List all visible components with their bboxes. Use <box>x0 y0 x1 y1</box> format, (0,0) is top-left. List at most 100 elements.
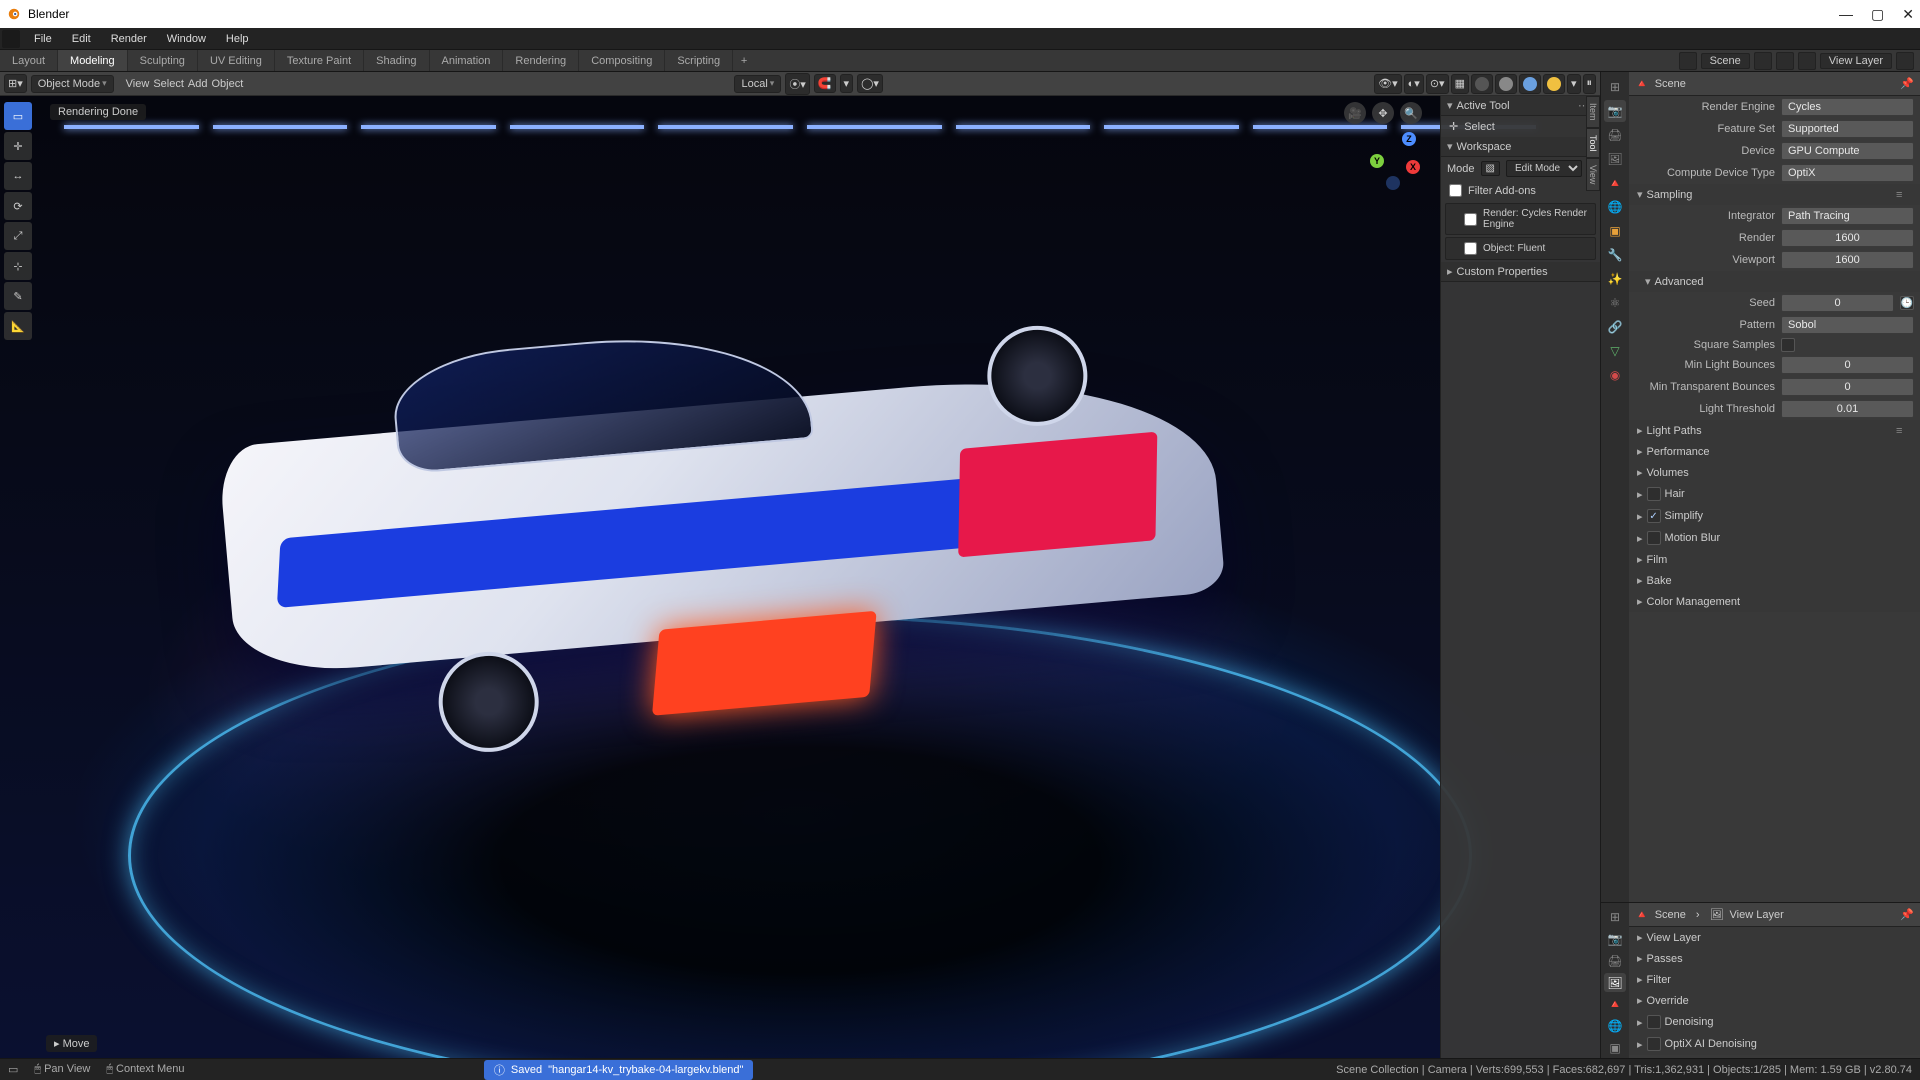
panel-performance[interactable]: Performance <box>1629 441 1920 462</box>
prop-tab-material[interactable]: ◉ <box>1604 364 1626 386</box>
workspace-tab-modeling[interactable]: Modeling <box>58 50 128 71</box>
window-minimize-button[interactable]: — <box>1839 6 1853 23</box>
panel-volumes[interactable]: Volumes <box>1629 462 1920 483</box>
workspace-tab-shading[interactable]: Shading <box>364 50 429 71</box>
nav-zoom-icon[interactable]: 🔍 <box>1400 102 1422 124</box>
min-transparent-bounces-field[interactable]: 0 <box>1781 378 1914 396</box>
vp-menu-select[interactable]: Select <box>153 78 184 90</box>
prop-tab-object[interactable]: ▣ <box>1604 220 1626 242</box>
sampling-options-icon[interactable]: ≡ <box>1896 189 1912 201</box>
viewport-3d[interactable]: Rendering Done ▭ ✛ ↔ ⟳ ⤢ ⊹ ✎ 📐 🎥 ✥ 🔍 Z Y… <box>0 96 1600 1058</box>
snap-target[interactable]: ▾ <box>840 74 854 93</box>
prop-tab-viewlayer-lower[interactable]: 🖼 <box>1604 973 1626 993</box>
tool-annotate[interactable]: ✎ <box>4 282 32 310</box>
workspace-tab-layout[interactable]: Layout <box>0 50 58 71</box>
workspace-tab-rendering[interactable]: Rendering <box>503 50 579 71</box>
tool-measure[interactable]: 📐 <box>4 312 32 340</box>
object-visibility[interactable]: 👁▾ <box>1374 74 1402 94</box>
object-mode-selector[interactable]: Object Mode <box>31 75 114 93</box>
panel-bake[interactable]: Bake <box>1629 570 1920 591</box>
panel-hair[interactable]: Hair <box>1629 483 1920 505</box>
check-denoising[interactable] <box>1647 1015 1661 1029</box>
mode-edit-icon[interactable]: ▧ <box>1481 161 1500 176</box>
check-optix-ai-denoising[interactable] <box>1647 1037 1661 1051</box>
tool-select[interactable]: ▭ <box>4 102 32 130</box>
nav-pan-icon[interactable]: ✥ <box>1372 102 1394 124</box>
render-engine-select[interactable]: Cycles <box>1781 98 1914 116</box>
scene-delete-button[interactable] <box>1776 52 1794 70</box>
panel-workspace[interactable]: Workspace <box>1441 137 1600 157</box>
workspace-tab-uv[interactable]: UV Editing <box>198 50 275 71</box>
check-hair[interactable] <box>1647 487 1661 501</box>
npanel-tab-item[interactable]: Item <box>1586 96 1600 128</box>
transform-orientation[interactable]: Local <box>734 75 781 93</box>
prop-tab-render-lower[interactable]: 📷 <box>1604 929 1626 949</box>
editor-type-icon[interactable]: ⊞ <box>1604 76 1626 98</box>
prop-tab-particle[interactable]: ✨ <box>1604 268 1626 290</box>
seed-field[interactable]: 0 <box>1781 294 1894 312</box>
scene-selector[interactable]: Scene <box>1701 53 1750 69</box>
window-close-button[interactable]: ✕ <box>1902 6 1914 23</box>
vp-menu-add[interactable]: Add <box>188 78 208 90</box>
render-samples-field[interactable]: 1600 <box>1781 229 1914 247</box>
panel-simplify[interactable]: ✓ Simplify <box>1629 505 1920 527</box>
addon-fluent-check[interactable] <box>1464 242 1477 255</box>
vp-menu-view[interactable]: View <box>126 78 150 90</box>
overlays-toggle[interactable]: ⊙▾ <box>1426 74 1449 94</box>
workspace-tab-texturepaint[interactable]: Texture Paint <box>275 50 364 71</box>
tool-transform[interactable]: ⊹ <box>4 252 32 280</box>
pin-icon[interactable]: 📌 <box>1900 77 1914 90</box>
pivot-point[interactable]: ⦿▾ <box>785 73 810 95</box>
pattern-select[interactable]: Sobol <box>1781 316 1914 334</box>
prop-tab-render[interactable]: 📷 <box>1604 100 1626 122</box>
min-light-bounces-field[interactable]: 0 <box>1781 356 1914 374</box>
device-select[interactable]: GPU Compute <box>1781 142 1914 160</box>
menu-render[interactable]: Render <box>101 28 157 50</box>
panel-view-layer-lower[interactable]: View Layer <box>1629 927 1920 948</box>
scene-browse-icon[interactable] <box>1679 52 1697 70</box>
pin-icon-lower[interactable]: 📌 <box>1900 908 1914 921</box>
panel-light-paths[interactable]: Light Paths≡ <box>1629 420 1920 441</box>
tool-cursor[interactable]: ✛ <box>4 132 32 160</box>
prop-tab-data[interactable]: ▽ <box>1604 340 1626 362</box>
viewport-samples-field[interactable]: 1600 <box>1781 251 1914 269</box>
prop-tab-scene[interactable]: 🔺 <box>1604 172 1626 194</box>
viewlayer-selector[interactable]: View Layer <box>1820 53 1892 69</box>
check-simplify[interactable]: ✓ <box>1647 509 1661 523</box>
menu-window[interactable]: Window <box>157 28 216 50</box>
filter-addons-check[interactable] <box>1449 184 1462 197</box>
xray-toggle[interactable]: ▦ <box>1451 74 1469 94</box>
prop-tab-world-lower[interactable]: 🌐 <box>1604 1016 1626 1036</box>
workspace-tab-compositing[interactable]: Compositing <box>579 50 665 71</box>
viewlayer-new-button[interactable] <box>1896 52 1914 70</box>
prop-tab-scene-lower[interactable]: 🔺 <box>1604 994 1626 1014</box>
panel-advanced[interactable]: Advanced <box>1629 271 1920 292</box>
seed-clock-icon[interactable]: 🕒 <box>1900 296 1914 310</box>
axis-gizmo[interactable]: Z Y X <box>1366 132 1422 188</box>
tool-rotate[interactable]: ⟳ <box>4 192 32 220</box>
menu-edit[interactable]: Edit <box>62 28 101 50</box>
menu-file[interactable]: File <box>24 28 62 50</box>
prop-tab-output-lower[interactable]: 🖨 <box>1604 951 1626 971</box>
workspace-add-button[interactable]: + <box>733 50 755 71</box>
panel-motion-blur[interactable]: Motion Blur <box>1629 527 1920 549</box>
prop-tab-physics[interactable]: ⚛ <box>1604 292 1626 314</box>
panel-optix-ai-denoising-lower[interactable]: OptiX AI Denoising <box>1629 1033 1920 1055</box>
prop-tab-modifier[interactable]: 🔧 <box>1604 244 1626 266</box>
panel-denoising-lower[interactable]: Denoising <box>1629 1011 1920 1033</box>
scene-new-button[interactable] <box>1754 52 1772 70</box>
workspace-tab-sculpting[interactable]: Sculpting <box>128 50 198 71</box>
integrator-select[interactable]: Path Tracing <box>1781 207 1914 225</box>
app-icon[interactable] <box>2 30 20 48</box>
panel-override-lower[interactable]: Override <box>1629 990 1920 1011</box>
prop-tab-world[interactable]: 🌐 <box>1604 196 1626 218</box>
prop-tab-output[interactable]: 🖨 <box>1604 124 1626 146</box>
pause-render-icon[interactable]: ⏸ <box>1583 74 1597 94</box>
prop-tab-viewlayer[interactable]: 🖼 <box>1604 148 1626 170</box>
npanel-tab-view[interactable]: View <box>1586 158 1600 191</box>
vp-menu-object[interactable]: Object <box>211 78 243 90</box>
square-samples-check[interactable] <box>1781 338 1795 352</box>
light-threshold-field[interactable]: 0.01 <box>1781 400 1914 418</box>
workspace-tab-animation[interactable]: Animation <box>430 50 504 71</box>
panel-filter-lower[interactable]: Filter <box>1629 969 1920 990</box>
